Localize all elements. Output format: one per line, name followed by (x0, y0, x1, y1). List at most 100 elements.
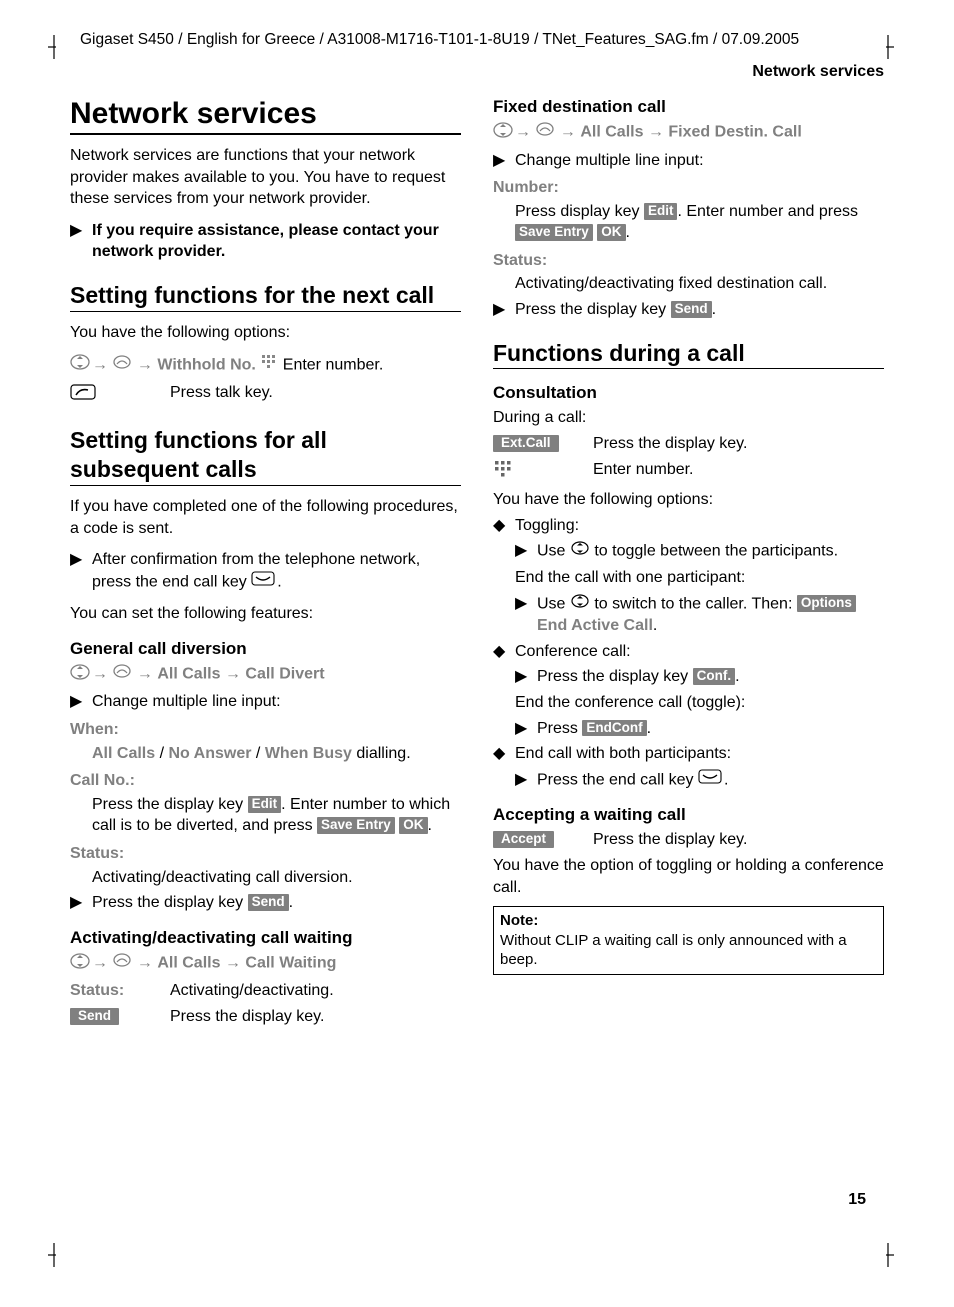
save-softkey: Save Entry (515, 224, 593, 241)
conference: ◆ Conference call: (493, 641, 884, 663)
press-send: ▶ Press the display key Send. (70, 892, 461, 914)
cw-press: Press the display key. (170, 1006, 461, 1028)
enter-number-row: Enter number. (493, 459, 884, 486)
running-head: Network services (70, 63, 884, 81)
arrow-icon: → (648, 123, 664, 140)
page-number: 15 (848, 1191, 866, 1209)
triangle-icon: ▶ (515, 718, 537, 740)
text: to switch to the caller. Then: (590, 595, 797, 612)
heading-consultation: Consultation (493, 383, 884, 403)
assist-text: If you require assistance, please contac… (92, 222, 439, 261)
end-call-key-icon (698, 769, 724, 792)
text: . (735, 668, 739, 685)
opt: When Busy (265, 745, 352, 762)
content-columns: Network services Network services are fu… (70, 97, 884, 1032)
text: . (277, 573, 281, 590)
arrow-icon: → (560, 123, 576, 140)
during-call: During a call: (493, 407, 884, 429)
text: Press display key (515, 203, 644, 220)
note-body: Without CLIP a waiting call is only anno… (500, 931, 877, 970)
accept-option: You have the option of toggling or holdi… (493, 855, 884, 898)
nav-gcd: → → All Calls → Call Divert (70, 663, 461, 688)
menu-item: All Calls (580, 123, 643, 140)
cw-status: Activating/deactivating. (170, 980, 461, 1002)
header-metadata: Gigaset S450 / English for Greece / A310… (80, 30, 884, 51)
triangle-icon: ▶ (70, 892, 92, 914)
enter-number: Enter number. (283, 357, 384, 374)
ok-softkey: OK (399, 817, 427, 834)
text: dialling. (352, 745, 411, 762)
triangle-icon: ▶ (493, 299, 515, 321)
switch-caller: ▶ Use to switch to the caller. Then: Opt… (493, 593, 884, 637)
cw-send-row: Send Press the display key. (70, 1006, 461, 1028)
options-softkey: Options (797, 595, 856, 612)
press-endconf: ▶ Press EndConf. (493, 718, 884, 740)
menu-item: Fixed Destin. Call (668, 123, 801, 140)
menu-icon (112, 952, 132, 975)
text: to toggle between the participants. (590, 543, 838, 560)
menu-icon (112, 354, 132, 377)
keypad-icon (260, 353, 278, 378)
heading-next-call: Setting functions for the next call (70, 281, 461, 312)
text: Press the display key (92, 894, 248, 911)
end-one: End the call with one participant: (493, 567, 884, 589)
nav-fdc: → → All Calls → Fixed Destin. Call (493, 121, 884, 146)
status-label: Status: (70, 980, 170, 1002)
conf-end-toggle: End the conference call (toggle): (493, 692, 884, 714)
note-box: Note: Without CLIP a waiting call is onl… (493, 906, 884, 975)
end-both: ◆ End call with both participants: (493, 743, 884, 765)
diamond-icon: ◆ (493, 515, 515, 537)
opt: All Calls (92, 745, 155, 762)
heading-gcd: General call diversion (70, 639, 461, 659)
extcall-softkey: Ext.Call (493, 435, 559, 452)
text: Change multiple line input: (515, 150, 884, 172)
text: Press the display key (537, 668, 693, 685)
when-options: All Calls / No Answer / When Busy dialli… (70, 743, 461, 765)
status-label: Status: (70, 843, 461, 865)
subseq-intro: If you have completed one of the followi… (70, 496, 461, 539)
arrow-icon: → (137, 357, 153, 374)
page: Gigaset S450 / English for Greece / A310… (0, 0, 954, 1307)
text: End call with both participants: (515, 743, 884, 765)
crop-mark-icon (48, 35, 60, 64)
menu-item: End Active Call (537, 617, 653, 634)
toggle-use: ▶ Use to toggle between the participants… (493, 540, 884, 563)
page-title: Network services (70, 97, 461, 135)
edit-softkey: Edit (644, 203, 678, 220)
triangle-icon: ▶ (515, 540, 537, 562)
menu-item: Withhold No. (157, 357, 256, 374)
text: . (647, 720, 651, 737)
number-label: Number: (493, 177, 884, 199)
arrow-icon: → (225, 665, 241, 682)
nav-cw: → → All Calls → Call Waiting (70, 952, 461, 977)
press-send-fdc: ▶ Press the display key Send. (493, 299, 884, 321)
options-intro: You have the following options: (493, 489, 884, 511)
accept-softkey: Accept (493, 831, 554, 848)
crop-mark-icon (882, 1243, 894, 1272)
assist-bullet: ▶ If you require assistance, please cont… (70, 220, 461, 263)
text: Conference call: (515, 641, 884, 663)
text: Press the end call key (537, 771, 698, 788)
heading-subsequent: Setting functions for all subsequent cal… (70, 426, 461, 486)
diamond-icon: ◆ (493, 641, 515, 663)
triangle-icon: ▶ (515, 593, 537, 615)
press-end-call: ▶ Press the end call key . (493, 769, 884, 792)
heading-during-call: Functions during a call (493, 339, 884, 370)
right-column: Fixed destination call → → All Calls → F… (493, 97, 884, 1032)
send-softkey: Send (671, 301, 712, 318)
menu-item: All Calls (157, 665, 220, 682)
conf-softkey: Conf. (693, 668, 736, 685)
menu-icon (112, 663, 132, 686)
text: Press the display key (515, 301, 671, 318)
text: Change multiple line input: (92, 691, 461, 713)
arrow-icon: → (137, 665, 153, 682)
triangle-icon: ▶ (493, 150, 515, 172)
triangle-icon: ▶ (515, 666, 537, 688)
text: Press the display key (92, 796, 248, 813)
note-title: Note: (500, 911, 877, 931)
edit-softkey: Edit (248, 796, 282, 813)
heading-cw: Activating/deactivating call waiting (70, 928, 461, 948)
text: Use (537, 543, 570, 560)
talk-key-icon (70, 382, 170, 409)
send-softkey: Send (248, 894, 289, 911)
